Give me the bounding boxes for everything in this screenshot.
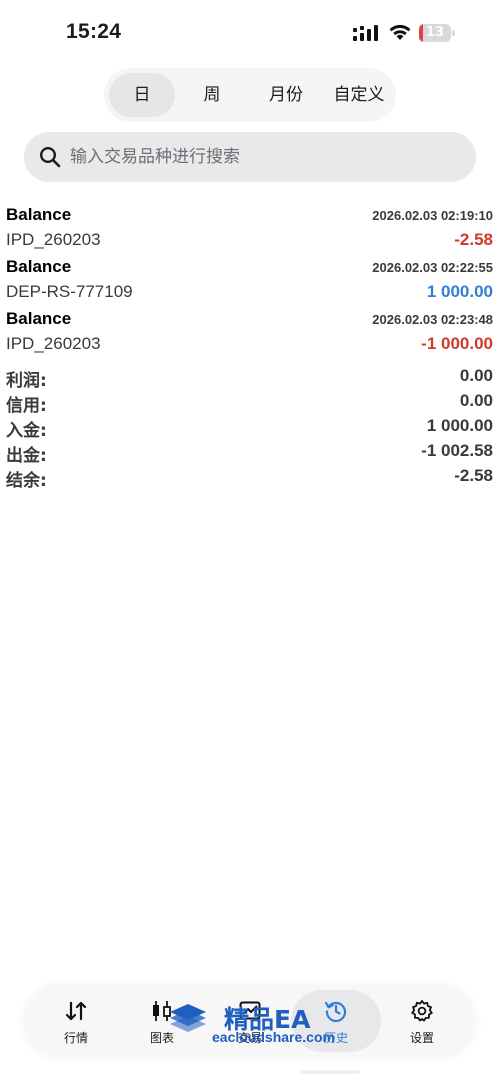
tab-label: 行情 — [63, 1031, 88, 1045]
deal-row[interactable]: Balance 2026.02.03 02:22:55 DEP-RS-77710… — [0, 257, 499, 309]
search-bar[interactable] — [24, 132, 476, 182]
watermark-logo — [170, 1004, 206, 1032]
summary-deposit: 入金: 1 000.00 — [0, 416, 499, 441]
cellular-signal-icon — [353, 25, 378, 41]
summary-profit: 利润: 0.00 — [0, 366, 499, 391]
battery-percent: 13 — [425, 25, 445, 40]
summary-value: 0.00 — [459, 366, 493, 385]
search-input[interactable] — [70, 132, 460, 182]
summary-label: 出金: — [6, 446, 47, 466]
deal-time: 2026.02.03 02:22:55 — [372, 260, 493, 275]
summary-credit: 信用: 0.00 — [0, 391, 499, 416]
deal-type: Balance — [6, 205, 72, 224]
home-indicator — [300, 1070, 360, 1074]
deal-time: 2026.02.03 02:19:10 — [372, 208, 493, 223]
status-time: 15:24 — [66, 20, 122, 43]
summary-balance: 结余: -2.58 — [0, 466, 499, 491]
deal-row[interactable]: Balance 2026.02.03 02:19:10 IPD_260203 -… — [0, 205, 499, 257]
quotes-arrows-icon — [65, 1001, 87, 1021]
tab-settings[interactable]: 设置 — [382, 985, 462, 1057]
battery-nub — [452, 30, 455, 36]
battery-body: 13 — [419, 24, 451, 42]
deal-comment: IPD_260203 — [6, 334, 101, 353]
summary-value: 0.00 — [459, 391, 493, 410]
battery-icon: 13 — [419, 24, 455, 42]
tab-month[interactable]: 月份 — [251, 73, 321, 117]
search-icon — [39, 146, 61, 168]
summary-label: 结余: — [6, 471, 47, 491]
tab-day[interactable]: 日 — [109, 73, 175, 117]
deal-amount: -1 000.00 — [421, 334, 493, 353]
summary-label: 入金: — [6, 421, 47, 441]
deal-type: Balance — [6, 309, 72, 328]
summary-value: -1 002.58 — [421, 441, 493, 460]
status-bar: 15:24 13 — [0, 0, 499, 62]
tab-label: 设置 — [409, 1031, 434, 1045]
wifi-icon — [389, 24, 411, 40]
tab-quotes[interactable]: 行情 — [36, 985, 116, 1057]
deal-time: 2026.02.03 02:23:48 — [372, 312, 493, 327]
deal-row[interactable]: Balance 2026.02.03 02:23:48 IPD_260203 -… — [0, 309, 499, 361]
deal-amount: 1 000.00 — [426, 282, 493, 301]
tab-custom[interactable]: 自定义 — [325, 73, 393, 117]
deal-type: Balance — [6, 257, 72, 276]
summary-value: 1 000.00 — [426, 416, 493, 435]
summary-value: -2.58 — [454, 466, 493, 485]
tab-week[interactable]: 周 — [179, 73, 245, 117]
gear-icon — [411, 1000, 433, 1022]
history-clock-icon — [324, 1001, 347, 1023]
deal-amount: -2.58 — [454, 230, 493, 249]
deal-comment: IPD_260203 — [6, 230, 101, 249]
deal-comment: DEP-RS-777109 — [6, 282, 133, 301]
tab-label: 历史 — [323, 1031, 348, 1045]
summary-label: 利润: — [6, 371, 47, 391]
summary-label: 信用: — [6, 396, 47, 416]
period-selector: 日 周 月份 自定义 — [104, 68, 396, 122]
summary-withdrawal: 出金: -1 002.58 — [0, 441, 499, 466]
